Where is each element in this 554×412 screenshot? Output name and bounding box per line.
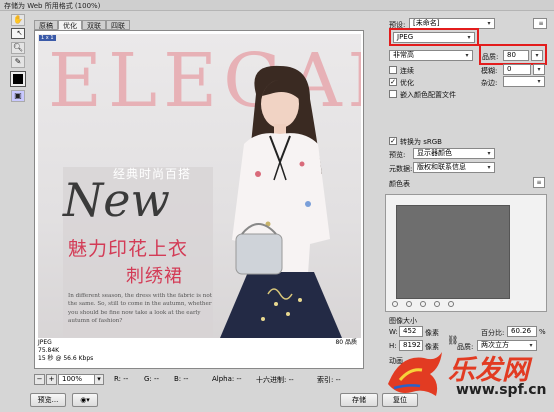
web-snap-icon[interactable] (420, 301, 426, 307)
optimized-checkbox[interactable]: ✓ (389, 78, 397, 86)
b-readout: B: -- (174, 375, 189, 383)
info-format: JPEG (38, 339, 52, 346)
metadata-label: 元数据: (389, 165, 413, 173)
toggle-slices-icon[interactable]: ▣ (11, 90, 25, 102)
index-readout: 索引: -- (317, 376, 341, 384)
title-bar: 存储为 Web 所用格式 (100%) (0, 0, 554, 11)
hex-readout: 十六进制: -- (256, 376, 294, 384)
image-info: JPEG 75.84K 15 秒 @ 56.6 Kbps 80 品质 (38, 339, 361, 367)
width-input[interactable]: 452 (399, 326, 423, 337)
eyedropper-tool-icon[interactable]: ✎ (11, 56, 25, 68)
chevron-down-icon: ▾ (537, 66, 541, 73)
zoom-tool-icon[interactable]: 🔍︎ (11, 42, 25, 54)
preview-image[interactable]: 1 x 1 ELEGAN 经典时尚百搭 New 魅力印花上衣 刺绣裙 In di… (38, 34, 361, 338)
color-table-menu-icon[interactable]: ≡ (533, 177, 545, 188)
new-color-icon[interactable] (434, 301, 440, 307)
photo-headline: New (63, 173, 170, 227)
zoom-in-button[interactable]: + (46, 374, 57, 385)
matte-label: 杂边: (481, 79, 498, 87)
progressive-checkbox[interactable] (389, 66, 397, 74)
dragon-logo-icon (388, 352, 442, 396)
embed-profile-checkbox[interactable] (389, 90, 397, 98)
width-unit: 像素 (425, 329, 439, 337)
tool-strip: ✋ ↖ 🔍︎ ✎ ▣ (9, 14, 29, 104)
chevron-down-icon: ▾ (487, 20, 491, 27)
window-title: 存储为 Web 所用格式 (100%) (4, 2, 101, 10)
progressive-label: 连续 (400, 67, 414, 75)
tab-optimized[interactable]: 优化 (58, 20, 82, 30)
chevron-down-icon: ▾ (535, 52, 539, 59)
format-select[interactable]: JPEG ▾ (393, 32, 475, 43)
view-tabs: 原稿 优化 双联 四联 (34, 20, 184, 30)
g-readout: G: -- (144, 375, 160, 383)
quality-input[interactable]: 80 (503, 50, 529, 61)
save-button[interactable]: 存储 (340, 393, 378, 407)
r-readout: R: -- (114, 375, 129, 383)
percent-label: 百分比: (481, 329, 505, 337)
blur-input[interactable]: 0 (503, 64, 531, 75)
alpha-readout: Alpha: -- (212, 375, 242, 383)
preview-select[interactable]: 显示器颜色 ▾ (413, 148, 495, 159)
chevron-down-icon: ▾ (467, 34, 471, 41)
color-table-label: 颜色表 (389, 180, 410, 188)
width-label: W: (389, 328, 398, 336)
preview-canvas[interactable]: 1 x 1 ELEGAN 经典时尚百搭 New 魅力印花上衣 刺绣裙 In di… (34, 30, 364, 369)
convert-srgb-label: 转换为 sRGB (400, 138, 442, 146)
delete-color-icon[interactable] (448, 301, 454, 307)
status-bar: − + 100% ▾ R: -- G: -- B: -- Alpha: -- 十… (34, 374, 364, 386)
matte-select[interactable]: ▾ (503, 76, 545, 87)
tab-2up[interactable]: 双联 (82, 20, 106, 30)
settings-panel: 预设: [未命名] ▾ ≡ JPEG ▾ 非常高 ▾ 品质: 80 ▾ 连续 模糊: … (385, 14, 550, 384)
percent-input[interactable]: 60.26 (507, 326, 537, 337)
browser-icon[interactable]: ◉▾ (72, 393, 98, 407)
preview-button[interactable]: 预览... (30, 393, 66, 407)
convert-srgb-checkbox[interactable]: ✓ (389, 137, 397, 145)
info-time: 15 秒 @ 56.6 Kbps (38, 355, 94, 362)
watermark-logo: 乐发网 www.spf.cn (380, 340, 554, 412)
panel-menu-icon[interactable]: ≡ (533, 18, 547, 29)
hand-tool-icon[interactable]: ✋ (11, 14, 25, 26)
chevron-down-icon: ▾ (487, 150, 491, 157)
tab-original[interactable]: 原稿 (34, 20, 58, 30)
optimized-label: 优化 (400, 79, 414, 87)
embed-profile-label: 嵌入颜色配置文件 (400, 91, 456, 99)
zoom-dropdown-icon[interactable]: ▾ (94, 374, 104, 385)
slice-select-tool-icon[interactable]: ↖ (11, 28, 25, 39)
chevron-down-icon: ▾ (537, 78, 541, 85)
watermark-url: www.spf.cn (456, 382, 547, 398)
percent-unit: % (539, 328, 546, 336)
tab-4up[interactable]: 四联 (106, 20, 130, 30)
model-figure (220, 65, 342, 338)
info-quality: 80 品质 (335, 339, 357, 346)
preview-label: 预览: (389, 151, 406, 159)
zoom-out-button[interactable]: − (34, 374, 45, 385)
eyedropper-color-swatch[interactable] (10, 71, 26, 87)
chevron-down-icon: ▾ (487, 164, 491, 171)
quality-dropdown[interactable]: ▾ (531, 50, 543, 61)
blur-label: 模糊: (481, 67, 498, 75)
blur-dropdown[interactable]: ▾ (533, 64, 545, 75)
map-color-icon[interactable] (392, 301, 398, 307)
photo-paragraph: In different season, the dress with the … (68, 293, 212, 325)
image-size-label: 图像大小 (389, 317, 417, 325)
color-table (385, 194, 547, 312)
metadata-select[interactable]: 版权和联系信息 ▾ (413, 162, 495, 173)
photo-line1: 魅力印花上衣 (68, 238, 189, 260)
photo-line2: 刺绣裙 (126, 266, 183, 287)
lock-color-icon[interactable] (406, 301, 412, 307)
quality-label: 品质: (482, 53, 499, 61)
compression-select[interactable]: 非常高 ▾ (389, 50, 473, 61)
color-table-grid[interactable] (396, 205, 510, 299)
info-size: 75.84K (38, 347, 60, 354)
slice-tag: 1 x 1 (39, 35, 56, 41)
chevron-down-icon: ▾ (465, 52, 469, 59)
